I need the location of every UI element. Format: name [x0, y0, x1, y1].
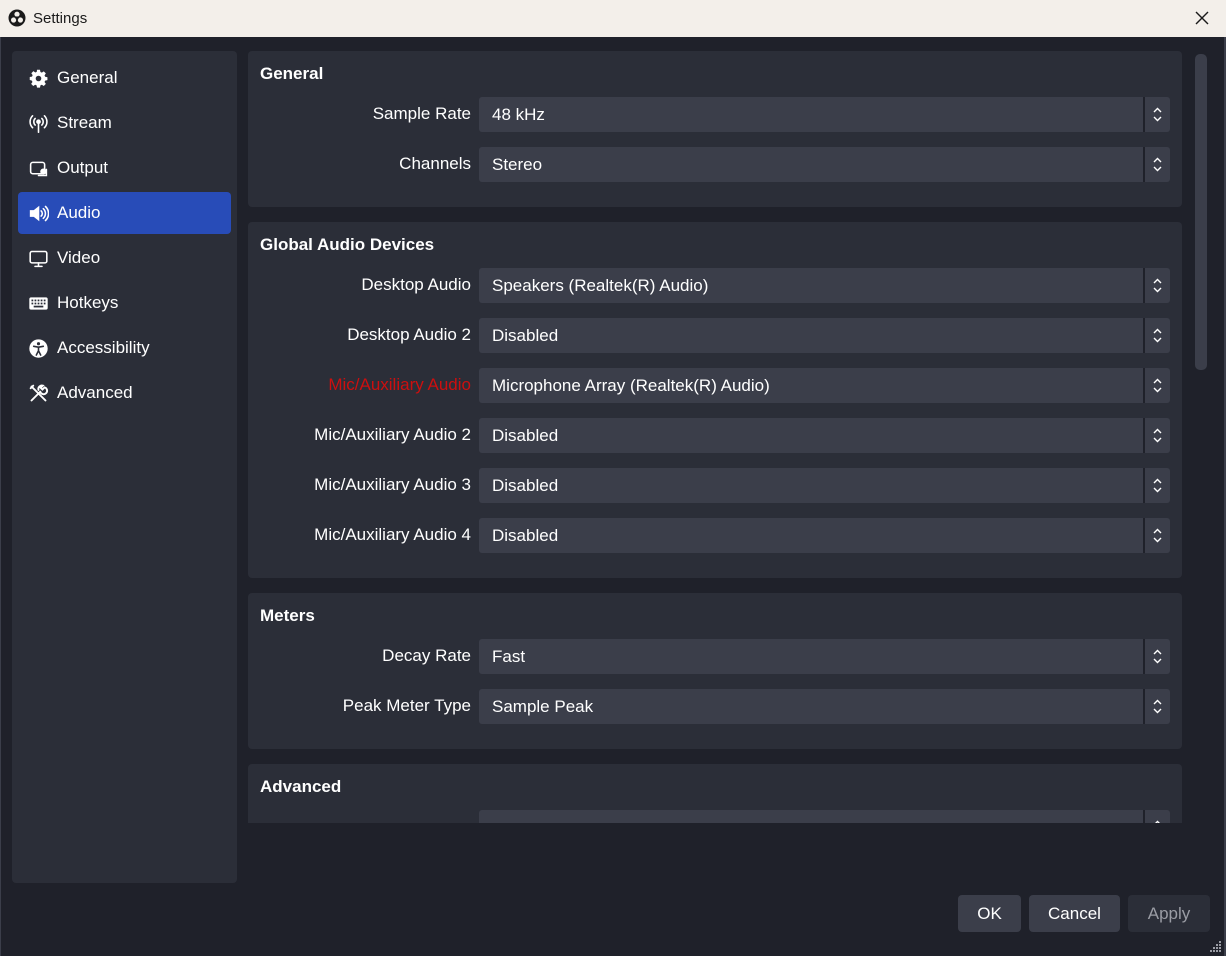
updown-arrows-icon	[1153, 528, 1162, 543]
keyboard-icon	[29, 297, 48, 310]
sidebar-item-general[interactable]: General	[18, 57, 231, 99]
select-divider	[1143, 689, 1145, 724]
monitor-icon	[29, 250, 48, 268]
sidebar-item-label: Advanced	[57, 383, 133, 402]
close-icon[interactable]	[1192, 8, 1212, 28]
window-border	[0, 37, 1, 956]
mic-auxiliary-audio-select[interactable]: Microphone Array (Realtek(R) Audio)	[479, 368, 1170, 403]
select-divider	[1143, 97, 1145, 132]
mic-auxiliary-audio-2-select[interactable]: Disabled	[479, 418, 1170, 453]
mic-auxiliary-audio-2-label: Mic/Auxiliary Audio 2	[314, 425, 471, 444]
select-divider	[1143, 368, 1145, 403]
peak-meter-type-label: Peak Meter Type	[342, 696, 471, 715]
select-value: Disabled	[492, 476, 559, 495]
accessibility-icon	[29, 339, 48, 358]
sidebar-item-label: Stream	[57, 113, 112, 132]
select-value: Speakers (Realtek(R) Audio)	[492, 276, 709, 295]
select-divider	[1143, 810, 1145, 823]
mic-auxiliary-audio-label: Mic/Auxiliary Audio	[328, 375, 471, 394]
select-divider	[1143, 147, 1145, 182]
settings-sidebar: General Stream Output Audio Video Hotkey…	[12, 51, 237, 883]
cancel-button[interactable]: Cancel	[1029, 895, 1120, 932]
resize-grip-icon[interactable]	[1210, 940, 1222, 952]
antenna-icon	[29, 115, 48, 134]
mic-auxiliary-audio-4-select[interactable]: Disabled	[479, 518, 1170, 553]
desktop-audio-2-label: Desktop Audio 2	[347, 325, 471, 344]
apply-button[interactable]: Apply	[1128, 895, 1210, 932]
sample-rate-label: Sample Rate	[372, 104, 471, 123]
select-value: Microphone Array (Realtek(R) Audio)	[492, 376, 770, 395]
sidebar-item-output[interactable]: Output	[18, 147, 231, 189]
group-title: Meters	[260, 606, 315, 625]
updown-arrows-icon	[1153, 649, 1162, 664]
sidebar-item-audio[interactable]: Audio	[18, 192, 231, 234]
updown-arrows-icon	[1153, 157, 1162, 172]
updown-arrows-icon	[1153, 428, 1162, 443]
select-divider	[1143, 639, 1145, 674]
select-divider	[1143, 468, 1145, 503]
select-value: Disabled	[492, 326, 559, 345]
window-title: Settings	[33, 10, 88, 27]
desktop-audio-label: Desktop Audio	[361, 275, 471, 294]
decay-rate-select[interactable]: Fast	[479, 639, 1170, 674]
title-bar: Settings	[0, 0, 1226, 37]
sidebar-item-accessibility[interactable]: Accessibility	[18, 327, 231, 369]
tools-icon	[29, 384, 49, 402]
mic-auxiliary-audio-4-label: Mic/Auxiliary Audio 4	[314, 525, 471, 544]
mic-auxiliary-audio-3-select[interactable]: Disabled	[479, 468, 1170, 503]
channels-select[interactable]: Stereo	[479, 147, 1170, 182]
sidebar-item-label: Output	[57, 158, 109, 177]
select-value: Disabled	[492, 426, 559, 445]
sidebar-item-label: Video	[57, 248, 101, 267]
mic-auxiliary-audio-3-label: Mic/Auxiliary Audio 3	[314, 475, 471, 494]
sidebar-item-label: Hotkeys	[57, 293, 119, 312]
updown-arrows-icon	[1153, 699, 1162, 714]
select-divider	[1143, 318, 1145, 353]
group-title: Global Audio Devices	[260, 235, 435, 254]
select-divider	[1143, 518, 1145, 553]
sidebar-item-stream[interactable]: Stream	[18, 102, 231, 144]
group-general: General Sample Rate 48 kHz Channels Ster…	[248, 51, 1182, 207]
select-value: Disabled	[492, 526, 559, 545]
group-global-audio-devices: Global Audio Devices Desktop Audio Speak…	[248, 222, 1182, 578]
ok-button[interactable]: OK	[958, 895, 1021, 932]
select-divider	[1143, 418, 1145, 453]
select-value: Sample Peak	[492, 697, 594, 716]
sidebar-item-video[interactable]: Video	[18, 237, 231, 279]
desktop-audio-select[interactable]: Speakers (Realtek(R) Audio)	[479, 268, 1170, 303]
updown-arrows-icon	[1153, 328, 1162, 343]
group-advanced: Advanced	[248, 764, 1182, 823]
settings-content: General Sample Rate 48 kHz Channels Ster…	[248, 51, 1182, 823]
group-title: General	[260, 64, 324, 83]
updown-arrows-icon	[1153, 378, 1162, 393]
output-icon	[29, 161, 48, 177]
select-value: 48 kHz	[492, 105, 545, 124]
sample-rate-select[interactable]: 48 kHz	[479, 97, 1170, 132]
scrollbar-thumb[interactable]	[1195, 54, 1207, 370]
decay-rate-label: Decay Rate	[382, 646, 471, 665]
peak-meter-type-select[interactable]: Sample Peak	[479, 689, 1170, 724]
select-divider	[1143, 268, 1145, 303]
updown-arrows-icon	[1153, 478, 1162, 493]
sidebar-item-label: General	[57, 68, 118, 87]
updown-arrows-icon	[1153, 107, 1162, 122]
vertical-scrollbar[interactable]	[1193, 51, 1209, 823]
obs-logo-icon	[8, 9, 26, 27]
sidebar-item-advanced[interactable]: Advanced	[18, 372, 231, 414]
sidebar-item-label: Audio	[57, 203, 101, 222]
select-value: Fast	[492, 647, 526, 666]
group-title: Advanced	[260, 777, 342, 796]
updown-arrows-icon	[1155, 820, 1160, 823]
updown-arrows-icon	[1153, 278, 1162, 293]
speaker-icon	[29, 205, 49, 222]
sidebar-item-label: Accessibility	[57, 338, 150, 357]
advanced-select-partial[interactable]	[479, 810, 1170, 823]
desktop-audio-2-select[interactable]: Disabled	[479, 318, 1170, 353]
select-value: Stereo	[492, 155, 543, 174]
channels-label: Channels	[399, 154, 471, 173]
gear-icon	[29, 69, 48, 88]
sidebar-item-hotkeys[interactable]: Hotkeys	[18, 282, 231, 324]
group-meters: Meters Decay Rate Fast Peak Meter Type S…	[248, 593, 1182, 749]
